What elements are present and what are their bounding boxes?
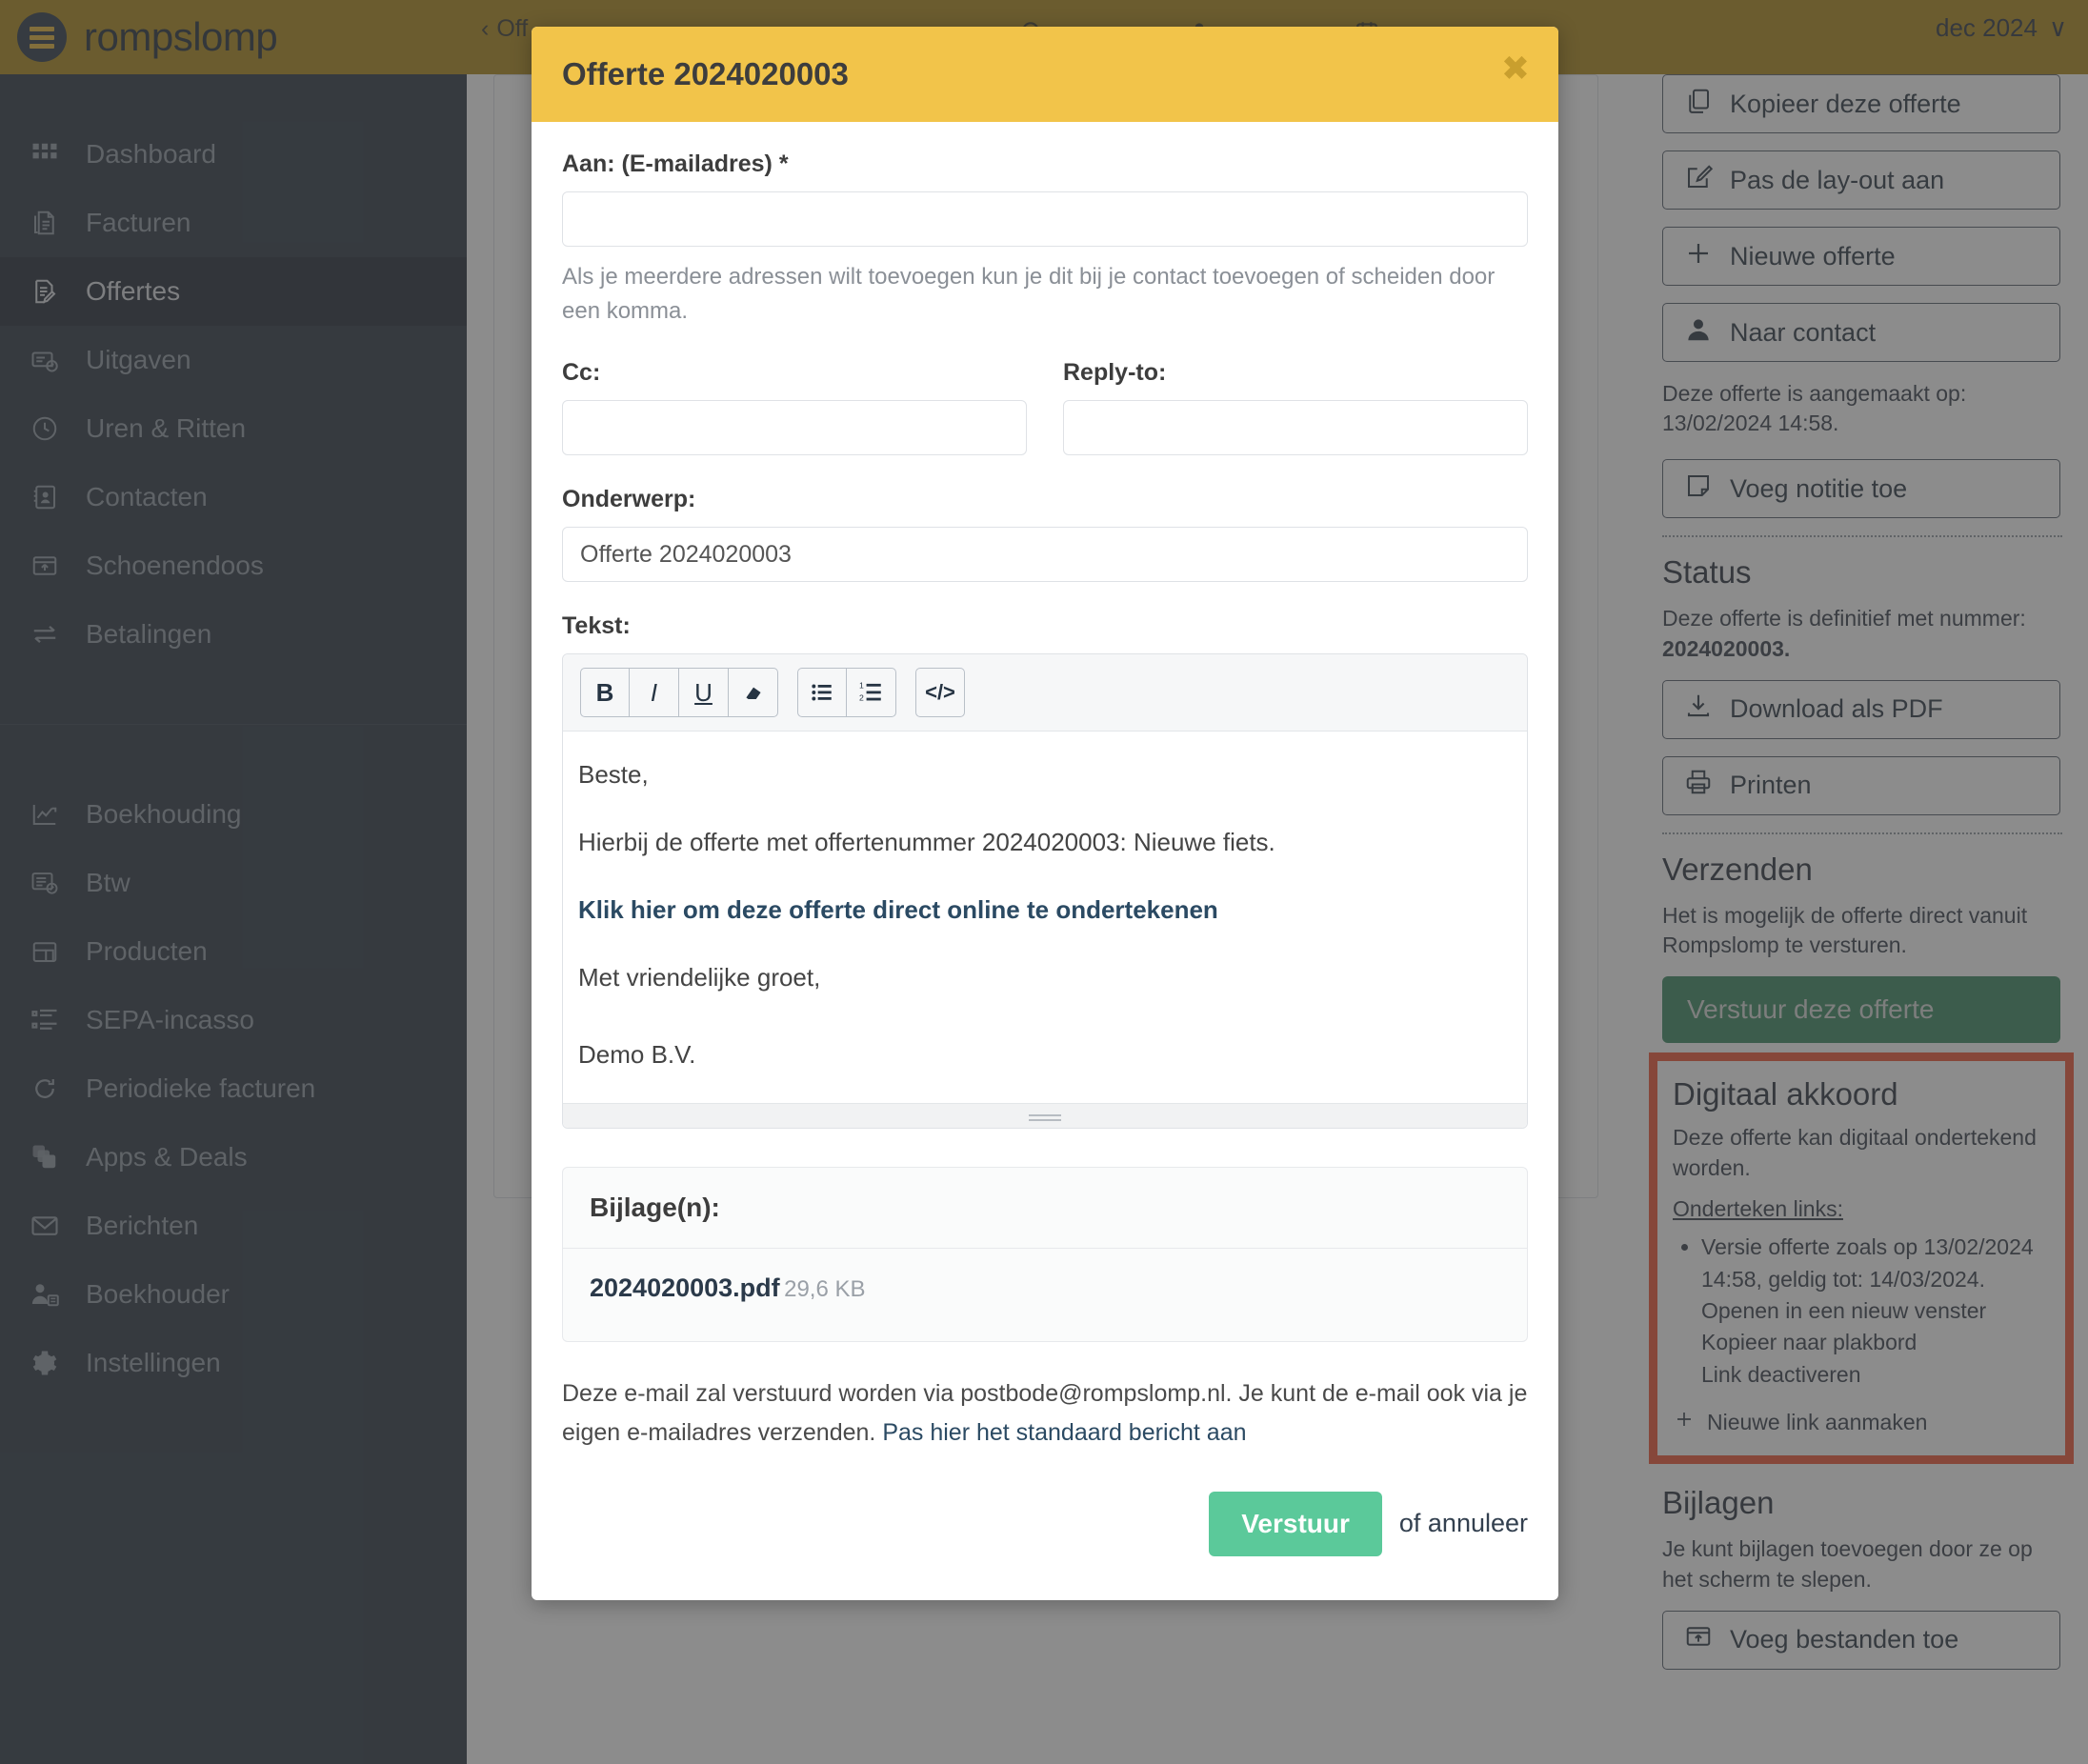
- editor-toolbar: B I U 12 </>: [563, 654, 1527, 732]
- editor-content[interactable]: Beste, Hierbij de offerte met offertenum…: [563, 732, 1527, 1103]
- attachment-filename[interactable]: 2024020003.pdf: [590, 1273, 780, 1302]
- code-icon[interactable]: </>: [915, 668, 965, 717]
- modal-footer: Verstuur of annuleer: [562, 1453, 1528, 1600]
- reply-to-input[interactable]: [1063, 400, 1528, 455]
- verstuur-button[interactable]: Verstuur: [1209, 1491, 1382, 1556]
- modal-title: Offerte 2024020003: [562, 56, 849, 91]
- code-glyph: </>: [925, 680, 955, 704]
- body-company: Demo B.V.: [578, 1040, 696, 1069]
- editor-resize-handle[interactable]: [563, 1103, 1527, 1128]
- subject-label: Onderwerp:: [562, 486, 696, 512]
- body-greeting: Beste,: [578, 760, 649, 789]
- modal-body: Aan: (E-mailadres) * Als je meerdere adr…: [532, 122, 1558, 1600]
- underline-icon[interactable]: U: [679, 668, 729, 717]
- bold-icon[interactable]: B: [580, 668, 630, 717]
- numbered-list-icon[interactable]: 12: [847, 668, 896, 717]
- close-icon[interactable]: ✖: [1501, 51, 1530, 86]
- to-email-input[interactable]: [562, 191, 1528, 247]
- body-line-1: Hierbij de offerte met offertenummer 202…: [578, 828, 1275, 856]
- attachment-row: 2024020003.pdf 29,6 KB: [563, 1248, 1527, 1341]
- attachments-panel: Bijlage(n): 2024020003.pdf 29,6 KB: [562, 1167, 1528, 1342]
- bullet-list-icon[interactable]: [797, 668, 847, 717]
- to-help-text: Als je meerdere adressen wilt toevoegen …: [562, 264, 1496, 324]
- send-offerte-modal: Offerte 2024020003 ✖ Aan: (E-mailadres) …: [532, 27, 1558, 1600]
- modal-header: Offerte 2024020003 ✖: [532, 27, 1558, 122]
- annuleer-link[interactable]: of annuleer: [1399, 1509, 1528, 1538]
- bold-glyph: B: [595, 677, 614, 707]
- attachments-heading: Bijlage(n):: [590, 1193, 720, 1222]
- cc-input[interactable]: [562, 400, 1027, 455]
- italic-icon[interactable]: I: [630, 668, 679, 717]
- underline-glyph: U: [694, 677, 713, 707]
- app-root: rompslomp ‹ Off dec 2024 ∨: [0, 0, 2088, 1764]
- format-group: B I U: [580, 668, 778, 717]
- code-group: </>: [915, 668, 965, 717]
- cc-label: Cc:: [562, 359, 601, 386]
- body-closing: Met vriendelijke groet,: [578, 963, 821, 992]
- subject-input[interactable]: [562, 527, 1528, 582]
- to-label: Aan: (E-mailadres) *: [562, 150, 789, 177]
- svg-text:1: 1: [859, 681, 864, 691]
- reply-to-label: Reply-to:: [1063, 359, 1167, 386]
- list-group: 12: [797, 668, 896, 717]
- text-label: Tekst:: [562, 612, 631, 639]
- body-sign-link[interactable]: Klik hier om deze offerte direct online …: [578, 895, 1512, 925]
- standaard-bericht-link[interactable]: Pas hier het standaard bericht aan: [882, 1419, 1246, 1446]
- grip-lines-icon: [1029, 1112, 1061, 1121]
- rich-text-editor: B I U 12 </> Beste, Hierbij de offerte m…: [562, 653, 1528, 1129]
- attachment-filesize: 29,6 KB: [784, 1276, 866, 1302]
- eraser-icon[interactable]: [729, 668, 778, 717]
- svg-text:2: 2: [859, 693, 864, 703]
- cc-reply-row: Cc: Reply-to:: [562, 359, 1528, 455]
- italic-glyph: I: [650, 677, 658, 707]
- footer-note: Deze e-mail zal verstuurd worden via pos…: [562, 1374, 1528, 1453]
